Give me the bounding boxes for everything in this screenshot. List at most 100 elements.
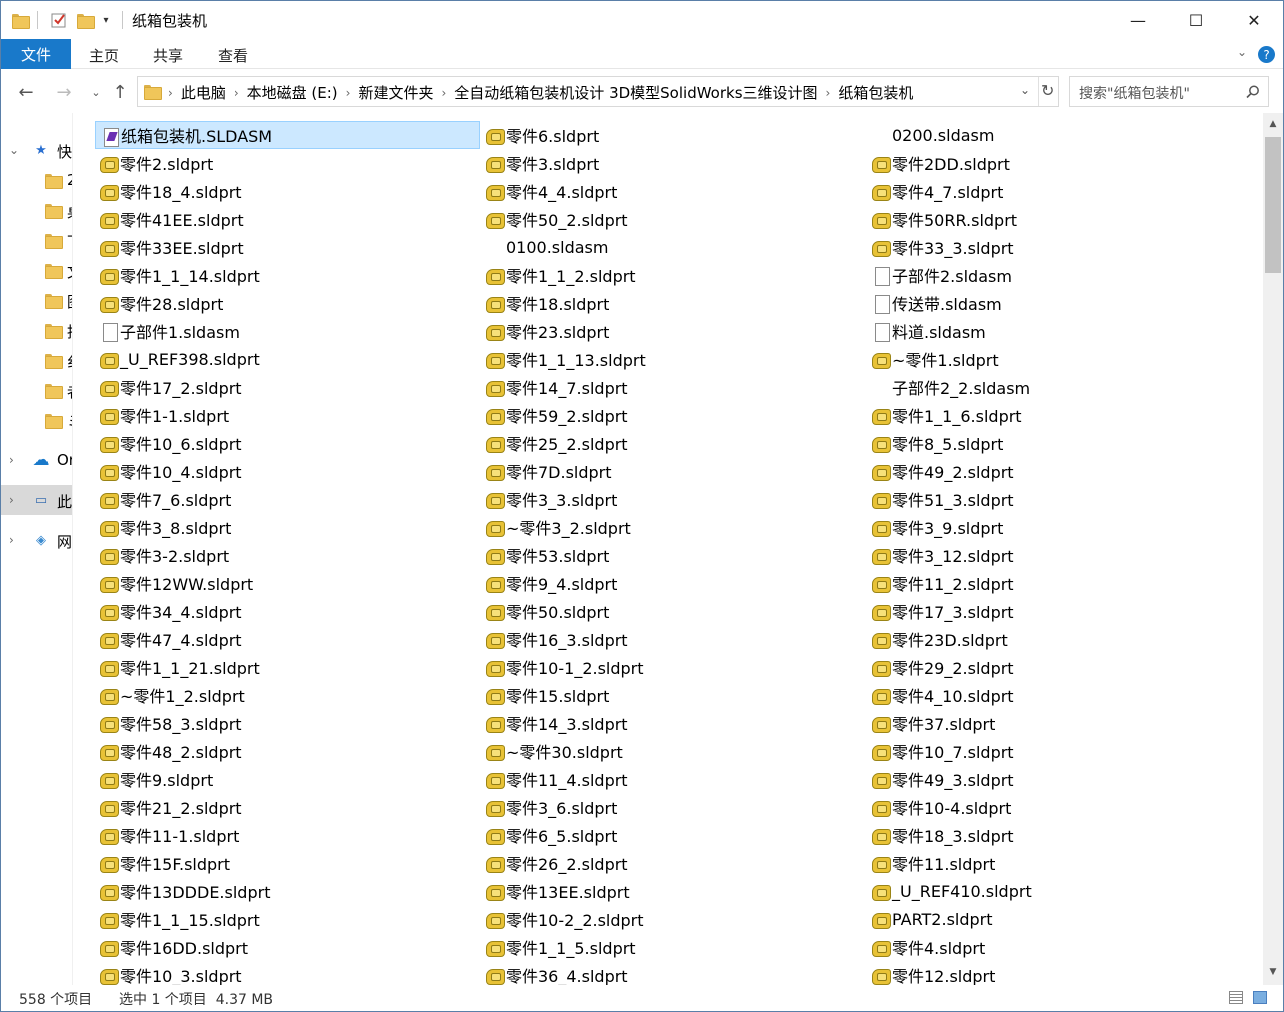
file-item[interactable]: 零件6_5.sldprt [481, 821, 866, 849]
scroll-down-arrow-icon[interactable]: ▼ [1263, 963, 1283, 981]
file-item[interactable]: 零件3_8.sldprt [95, 513, 480, 541]
file-item[interactable]: 零件10-1_2.sldprt [481, 653, 866, 681]
file-item[interactable]: _U_REF410.sldprt [867, 877, 1252, 905]
file-item[interactable]: 子部件2_2.sldasm [867, 373, 1252, 401]
file-item[interactable]: 0200.sldasm [867, 121, 1252, 149]
file-item[interactable]: 零件47_4.sldprt [95, 625, 480, 653]
file-item[interactable]: 零件16_3.sldprt [481, 625, 866, 653]
file-item[interactable]: 零件1_1_13.sldprt [481, 345, 866, 373]
nav-item[interactable]: 图 [1, 285, 72, 315]
file-item[interactable]: 零件10_6.sldprt [95, 429, 480, 457]
recent-locations-chevron-icon[interactable]: ⌄ [85, 81, 107, 103]
file-item[interactable]: 零件10_3.sldprt [95, 961, 480, 985]
nav-item[interactable]: 者 [1, 375, 72, 405]
refresh-icon[interactable]: ↻ [1041, 81, 1054, 100]
file-item[interactable]: 零件36_4.sldprt [481, 961, 866, 985]
file-item[interactable]: 零件13DDDE.sldprt [95, 877, 480, 905]
breadcrumb-project-folder[interactable]: 全自动纸箱包装机设计 3D模型SolidWorks三维设计图 [448, 82, 823, 103]
vertical-scrollbar[interactable]: ▲ ▼ [1263, 113, 1283, 985]
file-item[interactable]: 零件4_4.sldprt [481, 177, 866, 205]
file-item[interactable]: 零件50RR.sldprt [867, 205, 1252, 233]
scroll-up-arrow-icon[interactable]: ▲ [1263, 115, 1283, 133]
file-item[interactable]: 零件10_4.sldprt [95, 457, 480, 485]
new-folder-icon[interactable] [75, 10, 95, 30]
file-item[interactable]: 零件18_4.sldprt [95, 177, 480, 205]
file-item[interactable]: ~零件30.sldprt [481, 737, 866, 765]
close-button[interactable]: ✕ [1225, 1, 1283, 39]
file-item[interactable]: 料道.sldasm [867, 317, 1252, 345]
nav-item[interactable]: 下 [1, 225, 72, 255]
file-item[interactable]: 零件15.sldprt [481, 681, 866, 709]
file-item[interactable]: _U_REF398.sldprt [95, 345, 480, 373]
file-item[interactable]: 零件18.sldprt [481, 289, 866, 317]
nav-item[interactable]: › ☁ Or [1, 445, 72, 475]
file-item[interactable]: 零件3_9.sldprt [867, 513, 1252, 541]
file-item[interactable]: 零件12WW.sldprt [95, 569, 480, 597]
expand-chevron-icon[interactable]: › [9, 493, 14, 507]
expand-chevron-icon[interactable]: › [9, 533, 14, 547]
file-item[interactable]: ~零件1.sldprt [867, 345, 1252, 373]
file-item[interactable]: 零件41EE.sldprt [95, 205, 480, 233]
tab-file[interactable]: 文件 [1, 39, 71, 69]
large-icons-view-icon[interactable] [1253, 991, 1267, 1004]
file-item[interactable]: 零件33EE.sldprt [95, 233, 480, 261]
file-item[interactable]: 零件4_10.sldprt [867, 681, 1252, 709]
file-item[interactable]: 零件1_1_6.sldprt [867, 401, 1252, 429]
nav-item[interactable]: 纟 [1, 345, 72, 375]
file-item[interactable]: 零件2DD.sldprt [867, 149, 1252, 177]
expand-chevron-icon[interactable]: ⌄ [9, 143, 19, 157]
file-item[interactable]: 零件1_1_14.sldprt [95, 261, 480, 289]
nav-item[interactable]: ミ [1, 405, 72, 435]
file-item[interactable]: 零件16DD.sldprt [95, 933, 480, 961]
breadcrumb-separator-icon[interactable]: › [824, 86, 833, 100]
nav-item[interactable]: › ◈ 网 [1, 525, 72, 555]
address-bar[interactable]: › 此电脑 › 本地磁盘 (E:) › 新建文件夹 › 全自动纸箱包装机设计 3… [137, 76, 1059, 107]
file-item[interactable]: 零件26_2.sldprt [481, 849, 866, 877]
file-item[interactable]: 零件17_2.sldprt [95, 373, 480, 401]
file-item[interactable]: 零件10-4.sldprt [867, 793, 1252, 821]
file-item[interactable]: 零件34_4.sldprt [95, 597, 480, 625]
file-item[interactable]: 零件11-1.sldprt [95, 821, 480, 849]
file-item[interactable]: 传送带.sldasm [867, 289, 1252, 317]
file-item[interactable]: 零件10-2_2.sldprt [481, 905, 866, 933]
breadcrumb-separator-icon[interactable]: › [344, 86, 353, 100]
file-item[interactable]: 零件10_7.sldprt [867, 737, 1252, 765]
file-item[interactable]: 子部件2.sldasm [867, 261, 1252, 289]
file-item[interactable]: 零件11_2.sldprt [867, 569, 1252, 597]
file-item[interactable]: 零件3_3.sldprt [481, 485, 866, 513]
breadcrumb-this-pc[interactable]: 此电脑 [175, 82, 232, 103]
file-item[interactable]: 零件3-2.sldprt [95, 541, 480, 569]
search-input[interactable]: 搜索"纸箱包装机" [1079, 83, 1190, 103]
file-item[interactable]: 零件50.sldprt [481, 597, 866, 625]
file-item[interactable]: 零件1_1_5.sldprt [481, 933, 866, 961]
file-item[interactable]: 零件18_3.sldprt [867, 821, 1252, 849]
file-item[interactable]: 零件25_2.sldprt [481, 429, 866, 457]
file-item[interactable]: 零件48_2.sldprt [95, 737, 480, 765]
file-item[interactable]: 零件33_3.sldprt [867, 233, 1252, 261]
file-item[interactable]: 零件23D.sldprt [867, 625, 1252, 653]
maximize-button[interactable]: ☐ [1167, 1, 1225, 39]
file-item[interactable]: 零件7D.sldprt [481, 457, 866, 485]
file-item[interactable]: ~零件1_2.sldprt [95, 681, 480, 709]
file-item[interactable]: 零件53.sldprt [481, 541, 866, 569]
breadcrumb-separator-icon[interactable]: › [166, 86, 175, 100]
scrollbar-thumb[interactable] [1265, 137, 1281, 273]
file-item[interactable]: 0100.sldasm [481, 233, 866, 261]
file-item[interactable]: 零件50_2.sldprt [481, 205, 866, 233]
breadcrumb-separator-icon[interactable]: › [232, 86, 241, 100]
customize-toolbar-chevron-icon[interactable]: ▾ [100, 10, 112, 30]
address-history-chevron-icon[interactable]: ⌄ [1020, 83, 1030, 97]
tab-home[interactable]: 主页 [89, 45, 119, 66]
nav-item[interactable]: 拍 [1, 315, 72, 345]
breadcrumb-separator-icon[interactable]: › [439, 86, 448, 100]
file-item[interactable]: 子部件1.sldasm [95, 317, 480, 345]
file-item[interactable]: 纸箱包装机.SLDASM [95, 121, 480, 149]
nav-item[interactable]: 文 [1, 255, 72, 285]
file-item[interactable]: 零件3.sldprt [481, 149, 866, 177]
minimize-button[interactable]: — [1109, 1, 1167, 39]
help-icon[interactable]: ? [1258, 46, 1275, 63]
file-item[interactable]: 零件1-1.sldprt [95, 401, 480, 429]
file-item[interactable]: 零件3_6.sldprt [481, 793, 866, 821]
file-item[interactable]: ~零件3_2.sldprt [481, 513, 866, 541]
file-item[interactable]: 零件59_2.sldprt [481, 401, 866, 429]
